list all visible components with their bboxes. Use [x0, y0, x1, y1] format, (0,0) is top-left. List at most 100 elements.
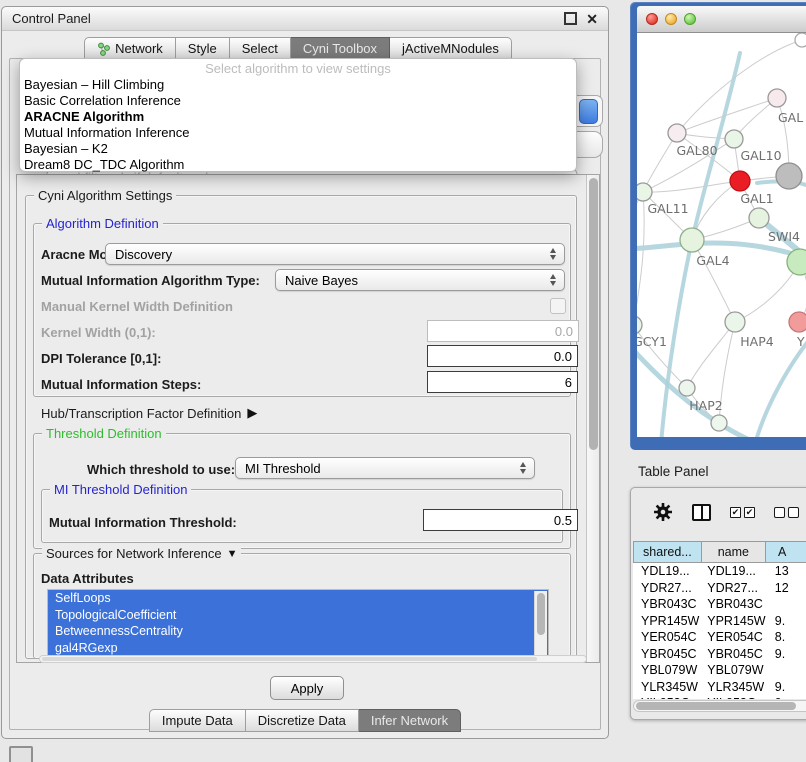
table-row[interactable]: YBR045CYBR045C9.	[633, 646, 806, 663]
table-cell: YER054C	[702, 629, 767, 646]
mi-threshold-label: Mutual Information Threshold:	[49, 515, 237, 530]
table-row[interactable]: YDR27...YDR27...12	[633, 580, 806, 597]
node-salmon[interactable]	[789, 312, 806, 332]
network-canvas[interactable]: GALGAL80GAL10GAL1GAL11SWI4GAL4GCY1HAP4YH…	[637, 33, 806, 437]
table-row[interactable]: YER054CYER054C8.	[633, 629, 806, 646]
tab-style[interactable]: Style	[176, 37, 230, 60]
node-gal1-red[interactable]	[730, 171, 750, 191]
table-row[interactable]: YIL053CYIL053C9.	[633, 695, 806, 699]
list-horizontal-scrollbar[interactable]	[39, 655, 587, 663]
tab-jactivemodules[interactable]: jActiveMNodules	[390, 37, 512, 60]
desktop: Control Panel ✕ Network S	[0, 0, 806, 762]
node-gal4[interactable]	[680, 228, 704, 252]
tab-infer-network[interactable]: Infer Network	[359, 709, 461, 732]
column-header-clipped[interactable]: A	[766, 541, 806, 563]
table-row[interactable]: YBL079WYBL079W	[633, 662, 806, 679]
tab-network[interactable]: Network	[84, 37, 176, 60]
hub-definition-toggle[interactable]: Hub/Transcription Factor Definition ▶	[41, 405, 257, 421]
settings-scrollbar[interactable]	[586, 175, 599, 662]
node-hap2-label: HAP2	[689, 398, 722, 413]
node-swi4[interactable]	[749, 208, 769, 228]
algorithm-option-selected[interactable]: ARACNE Algorithm	[20, 109, 576, 125]
collapsed-panel-icon[interactable]	[9, 746, 33, 762]
apply-button[interactable]: Apply	[270, 676, 344, 700]
node-gal10[interactable]	[725, 130, 743, 148]
scrollbar-thumb[interactable]	[589, 178, 598, 450]
node-gal-pink[interactable]	[768, 89, 786, 107]
scrollbar-thumb[interactable]	[636, 702, 796, 710]
table-row[interactable]: YPR145WYPR145W9.	[633, 613, 806, 630]
list-item[interactable]: BetweennessCentrality	[48, 623, 548, 640]
zoom-traffic-light-icon[interactable]	[684, 13, 696, 25]
node-unlabeled-bottom[interactable]	[711, 415, 727, 431]
scrollbar-thumb[interactable]	[42, 657, 537, 661]
minimize-traffic-light-icon[interactable]	[665, 13, 677, 25]
mi-steps-value: 6	[565, 375, 572, 390]
gear-icon[interactable]	[653, 502, 673, 522]
algorithm-option[interactable]: Bayesian – Hill Climbing	[20, 77, 576, 93]
node-hap4[interactable]	[725, 312, 745, 332]
table-cell: YBR043C	[702, 596, 767, 613]
mi-threshold-field[interactable]: 0.5	[423, 509, 578, 531]
tab-select[interactable]: Select	[230, 37, 291, 60]
node-unlabeled-top[interactable]	[795, 33, 806, 47]
node-gal80[interactable]	[668, 124, 686, 142]
node-gray[interactable]	[776, 163, 802, 189]
node-gal1-red-label: GAL1	[740, 191, 773, 206]
node-hap2[interactable]	[679, 380, 695, 396]
dpi-tolerance-field[interactable]: 0.0	[427, 345, 578, 367]
list-item[interactable]: gal4RGexp	[48, 640, 548, 657]
table-cell: YBL079W	[633, 662, 702, 679]
network-edge[interactable]	[637, 192, 644, 325]
data-attributes-list[interactable]: SelfLoops TopologicalCoefficient Between…	[47, 589, 549, 657]
node-table-body[interactable]: YDL19...YDL19...13YDR27...YDR27...12YBR0…	[633, 563, 806, 699]
manual-kernel-width-checkbox[interactable]	[550, 298, 566, 314]
which-threshold-value: MI Threshold	[245, 461, 321, 476]
table-row[interactable]: YLR345WYLR345W9.	[633, 679, 806, 696]
mi-algorithm-type-combobox[interactable]: Naive Bayes	[275, 269, 565, 291]
split-columns-icon[interactable]	[692, 504, 711, 521]
tab-cyni-toolbox[interactable]: Cyni Toolbox	[291, 37, 390, 60]
kernel-width-field[interactable]: 0.0	[427, 320, 579, 342]
scrollbar-thumb[interactable]	[537, 593, 545, 635]
column-header-name[interactable]: name	[702, 541, 766, 563]
algorithm-option[interactable]: Mutual Information Inference	[20, 125, 576, 141]
close-traffic-light-icon[interactable]	[646, 13, 658, 25]
aracne-mode-combobox[interactable]: Discovery	[105, 243, 565, 265]
close-icon[interactable]: ✕	[586, 13, 598, 25]
network-window-titlebar[interactable]	[637, 6, 806, 33]
list-scrollbar[interactable]	[534, 591, 547, 655]
tab-impute-data[interactable]: Impute Data	[149, 709, 246, 732]
tab-discretize-data[interactable]: Discretize Data	[246, 709, 359, 732]
table-row[interactable]: YDL19...YDL19...13	[633, 563, 806, 580]
float-panel-icon[interactable]	[564, 12, 577, 25]
algorithm-option[interactable]: Dream8 DC_TDC Algorithm	[20, 157, 576, 173]
list-item[interactable]: TopologicalCoefficient	[48, 607, 548, 624]
network-view-window: GALGAL80GAL10GAL1GAL11SWI4GAL4GCY1HAP4YH…	[630, 2, 806, 450]
expanded-triangle-icon[interactable]: ▼	[227, 548, 238, 560]
algorithm-option[interactable]: Bayesian – K2	[20, 141, 576, 157]
deselect-checkboxes-icon[interactable]	[774, 507, 799, 518]
node-gal11[interactable]	[637, 183, 652, 201]
network-canvas-svg[interactable]: GALGAL80GAL10GAL1GAL11SWI4GAL4GCY1HAP4YH…	[637, 33, 806, 437]
table-cell: 9.	[767, 679, 806, 696]
collapsed-triangle-icon: ▶	[247, 405, 257, 421]
table-header: shared... name A	[633, 541, 806, 563]
network-edge[interactable]	[643, 181, 740, 192]
column-header-shared[interactable]: shared...	[633, 541, 702, 563]
table-row[interactable]: YBR043CYBR043C	[633, 596, 806, 613]
table-horizontal-scrollbar[interactable]	[633, 700, 806, 712]
bottom-tabs: Impute Data Discretize Data Infer Networ…	[10, 709, 600, 732]
tab-label: Discretize Data	[258, 713, 346, 728]
settings-scroll-panel: Cyni Algorithm Settings Algorithm Defini…	[16, 174, 600, 663]
algorithm-option[interactable]: Basic Correlation Inference	[20, 93, 576, 109]
mi-algorithm-type-value: Naive Bayes	[285, 273, 358, 288]
node-gcy1[interactable]	[637, 316, 642, 334]
mi-steps-field[interactable]: 6	[427, 371, 578, 393]
dpi-tolerance-label: DPI Tolerance [0,1]:	[41, 351, 161, 366]
control-panel-titlebar: Control Panel ✕	[2, 7, 608, 31]
node-green-right[interactable]	[787, 249, 806, 275]
list-item[interactable]: SelfLoops	[48, 590, 548, 607]
which-threshold-combobox[interactable]: MI Threshold	[235, 457, 535, 479]
select-all-checkboxes-icon[interactable]: ✔ ✔	[730, 507, 755, 518]
